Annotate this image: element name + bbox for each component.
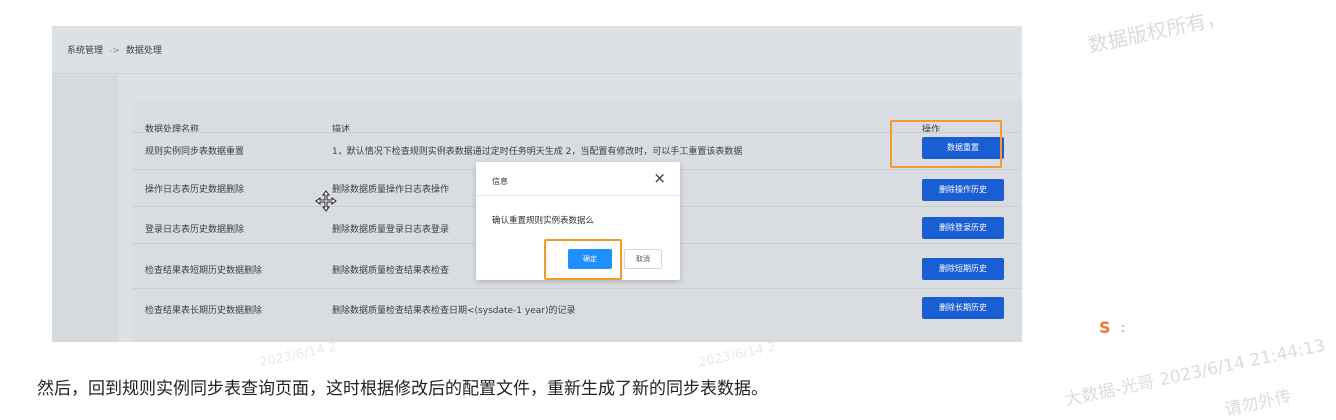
row-name: 规则实例同步表数据重置	[145, 147, 245, 157]
watermark: 2023/6/14 2	[258, 339, 339, 371]
highlight-confirm-button	[544, 239, 622, 280]
breadcrumb-separator: ->	[109, 46, 120, 56]
delete-login-history-button[interactable]: 删除登录历史	[922, 217, 1004, 239]
row-name: 操作日志表历史数据删除	[145, 185, 245, 195]
embedded-screenshot: 系统管理 -> 数据处理 数据处理名称 描述 操作 规则实例同步表数据重置 1，默认…	[52, 26, 1022, 342]
watermark: 2023/6/14 2	[697, 339, 778, 371]
watermark: 请勿外传	[1223, 386, 1294, 420]
watermark: 数据版权所有，	[1085, 4, 1228, 58]
cancel-button[interactable]: 取消	[624, 249, 662, 269]
row-name: 检查结果表短期历史数据删除	[145, 266, 263, 276]
row-desc: 删除数据质量登录日志表登录	[332, 225, 450, 235]
row-desc: 删除数据质量检查结果表检查	[332, 266, 450, 276]
sidebar	[52, 75, 118, 342]
delete-long-history-button[interactable]: 删除长期历史	[922, 297, 1004, 319]
table-row	[132, 288, 1022, 326]
breadcrumb-root[interactable]: 系统管理	[67, 46, 103, 56]
dialog-divider	[476, 195, 680, 196]
close-icon[interactable]: ×	[653, 169, 666, 187]
move-cursor-icon	[315, 190, 337, 212]
breadcrumb: 系统管理 -> 数据处理	[52, 26, 1022, 74]
delete-operation-history-button[interactable]: 删除操作历史	[922, 179, 1004, 201]
more-dots-icon[interactable]: :	[1121, 321, 1125, 335]
dialog-title: 信息	[492, 177, 508, 186]
s-logo-icon[interactable]: S	[1099, 318, 1111, 337]
row-name: 检查结果表长期历史数据删除	[145, 306, 263, 316]
delete-short-history-button[interactable]: 删除短期历史	[922, 258, 1004, 280]
breadcrumb-current: 数据处理	[125, 46, 162, 56]
article-caption: 然后，回到规则实例同步表查询页面，这时根据修改后的配置文件，重新生成了新的同步表…	[37, 379, 768, 399]
row-desc: 删除数据质量检查结果表检查日期<(sysdate-1 year)的记录	[332, 306, 576, 316]
highlight-reset-button	[890, 120, 1002, 168]
dialog-message: 确认重置规则实例表数据么	[492, 216, 595, 226]
row-desc: 1，默认情况下检查规则实例表数据通过定时任务明天生成 2，当配置有修改时，可以手…	[332, 147, 743, 157]
row-name: 登录日志表历史数据删除	[145, 225, 245, 235]
row-desc: 删除数据质量操作日志表操作	[332, 185, 450, 195]
